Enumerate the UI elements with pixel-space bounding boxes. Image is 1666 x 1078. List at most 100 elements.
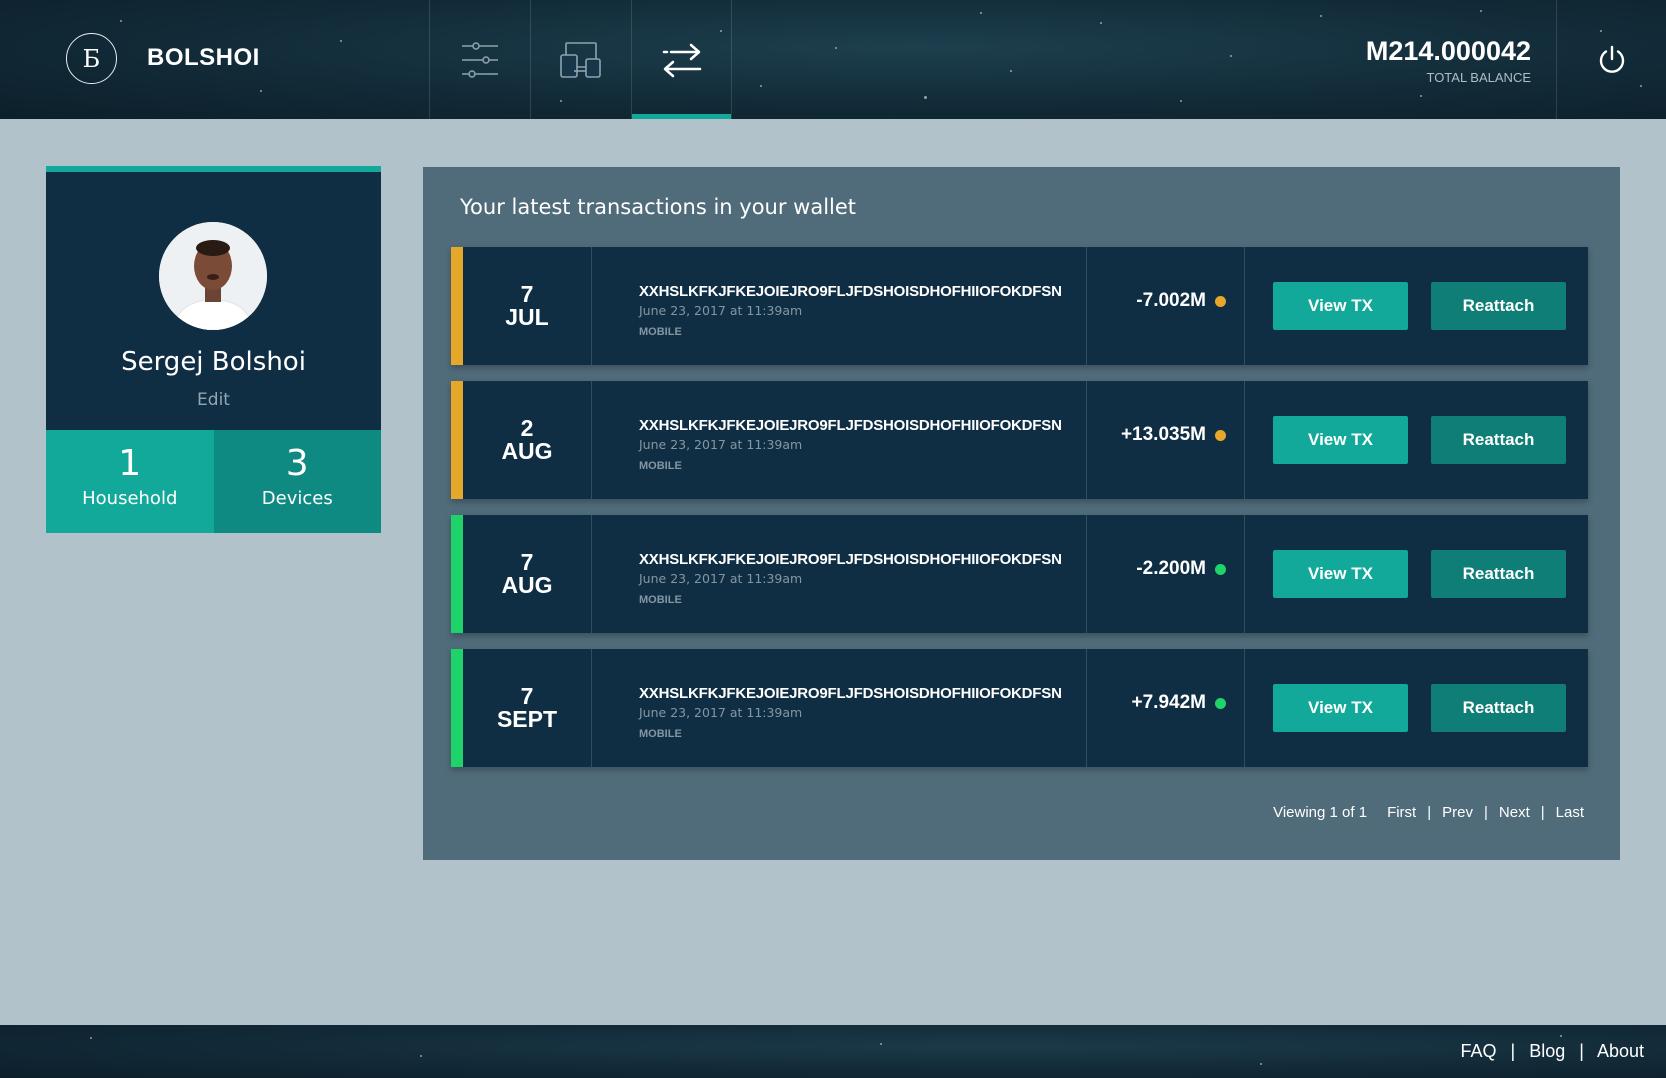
profile-card: Sergej Bolshoi Edit 1 Household 3 Device…: [46, 166, 381, 533]
view-tx-button[interactable]: View TX: [1273, 416, 1408, 464]
transaction-amount: +13.035M: [1120, 424, 1206, 445]
pagination-separator: |: [1427, 804, 1432, 821]
transaction-amount-cell: +13.035M: [1087, 381, 1244, 499]
transaction-source: MOBILE: [639, 460, 682, 472]
reattach-button[interactable]: Reattach: [1431, 684, 1566, 732]
transaction-source: MOBILE: [639, 594, 682, 606]
status-dot-icon: [1215, 429, 1226, 441]
devices-count: 3: [285, 443, 309, 484]
transaction-row: 7 SEPT XXHSLKFKJFKEJOIEJRO9FLJFDSHOISDHO…: [451, 649, 1588, 767]
reattach-button[interactable]: Reattach: [1431, 550, 1566, 598]
reattach-button[interactable]: Reattach: [1431, 282, 1566, 330]
transaction-hash: XXHSLKFKJFKEJOIEJRO9FLJFDSHOISDHOFHIIOFO…: [639, 417, 1062, 434]
pagination-last[interactable]: Last: [1556, 804, 1584, 821]
transaction-date: 2 AUG: [463, 381, 592, 499]
status-stripe: [451, 649, 463, 767]
status-stripe: [451, 381, 463, 499]
total-balance-label: TOTAL BALANCE: [1426, 70, 1531, 85]
logo-glyph: Б: [82, 44, 101, 73]
transaction-amount-cell: -2.200M: [1087, 515, 1244, 633]
starfield-background: [0, 1025, 1666, 1078]
status-dot-icon: [1215, 295, 1226, 307]
devices-icon: [560, 41, 601, 78]
transaction-hash: XXHSLKFKJFKEJOIEJRO9FLJFDSHOISDHOFHIIOFO…: [639, 551, 1062, 568]
nav-tab-devices[interactable]: [530, 0, 631, 119]
transaction-amount: +7.942M: [1131, 692, 1206, 713]
date-month: AUG: [501, 572, 553, 598]
date-month: AUG: [501, 438, 553, 464]
status-dot-icon: [1215, 563, 1226, 575]
pagination-status: Viewing 1 of 1: [1273, 804, 1368, 821]
transaction-amount-cell: +7.942M: [1087, 649, 1244, 767]
transaction-row: 7 AUG XXHSLKFKJFKEJOIEJRO9FLJFDSHOISDHOF…: [451, 515, 1588, 633]
date-day: 7: [520, 683, 534, 709]
footer-about-link[interactable]: About: [1597, 1041, 1644, 1061]
footer-separator: |: [1579, 1041, 1584, 1061]
household-count: 1: [118, 443, 142, 484]
sliders-icon: [462, 41, 498, 78]
pagination-separator: |: [1540, 804, 1545, 821]
transfer-arrows-icon: [662, 43, 701, 77]
nav-tab-transactions[interactable]: [631, 0, 732, 119]
pagination-first[interactable]: First: [1387, 804, 1416, 821]
footer-links: FAQ | Blog | About: [1460, 1041, 1644, 1062]
footer-blog-link[interactable]: Blog: [1529, 1041, 1565, 1061]
transaction-source: MOBILE: [639, 326, 682, 338]
pagination-separator: |: [1483, 804, 1488, 821]
top-header: Б BOLSHOI M214.000042 TOTAL BALANCE: [0, 0, 1666, 119]
user-portrait-icon: [159, 222, 267, 330]
date-day: 2: [520, 415, 534, 441]
nav-tab-settings[interactable]: [429, 0, 530, 119]
transactions-panel: Your latest transactions in your wallet …: [423, 167, 1620, 860]
devices-stat[interactable]: 3 Devices: [213, 430, 381, 533]
devices-label: Devices: [261, 488, 333, 509]
divider: [1244, 247, 1245, 365]
transaction-info: XXHSLKFKJFKEJOIEJRO9FLJFDSHOISDHOFHIIOFO…: [639, 649, 1109, 767]
total-balance-value: M214.000042: [1365, 36, 1531, 66]
profile-name: Sergej Bolshoi: [121, 347, 306, 377]
status-stripe: [451, 515, 463, 633]
transaction-info: XXHSLKFKJFKEJOIEJRO9FLJFDSHOISDHOFHIIOFO…: [639, 515, 1109, 633]
household-stat[interactable]: 1 Household: [46, 430, 214, 533]
status-dot-icon: [1215, 697, 1226, 709]
pagination-prev[interactable]: Prev: [1442, 804, 1473, 821]
date-month: JUL: [505, 304, 549, 330]
date-day: 7: [520, 549, 534, 575]
transaction-hash: XXHSLKFKJFKEJOIEJRO9FLJFDSHOISDHOFHIIOFO…: [639, 283, 1062, 300]
transaction-row: 2 AUG XXHSLKFKJFKEJOIEJRO9FLJFDSHOISDHOF…: [451, 381, 1588, 499]
transaction-time: June 23, 2017 at 11:39am: [639, 571, 803, 586]
view-tx-button[interactable]: View TX: [1273, 282, 1408, 330]
view-tx-button[interactable]: View TX: [1273, 684, 1408, 732]
date-day: 7: [520, 281, 534, 307]
divider: [1244, 515, 1245, 633]
transaction-time: June 23, 2017 at 11:39am: [639, 303, 803, 318]
pagination-next[interactable]: Next: [1499, 804, 1530, 821]
transaction-time: June 23, 2017 at 11:39am: [639, 705, 803, 720]
transaction-info: XXHSLKFKJFKEJOIEJRO9FLJFDSHOISDHOFHIIOFO…: [639, 247, 1109, 365]
power-button[interactable]: [1556, 0, 1666, 119]
transaction-amount: -2.200M: [1136, 558, 1206, 579]
transaction-date: 7 SEPT: [463, 649, 592, 767]
transaction-amount: -7.002M: [1136, 290, 1206, 311]
divider: [1244, 381, 1245, 499]
divider: [1244, 649, 1245, 767]
edit-profile-link[interactable]: Edit: [46, 390, 381, 410]
transaction-time: June 23, 2017 at 11:39am: [639, 437, 803, 452]
transaction-source: MOBILE: [639, 728, 682, 740]
footer-faq-link[interactable]: FAQ: [1460, 1041, 1496, 1061]
brand-name: BOLSHOI: [147, 44, 260, 71]
transaction-info: XXHSLKFKJFKEJOIEJRO9FLJFDSHOISDHOFHIIOFO…: [639, 381, 1109, 499]
reattach-button[interactable]: Reattach: [1431, 416, 1566, 464]
brand-logo[interactable]: Б: [66, 33, 117, 84]
status-stripe: [451, 247, 463, 365]
power-icon: [1599, 45, 1624, 73]
view-tx-button[interactable]: View TX: [1273, 550, 1408, 598]
footer-separator: |: [1510, 1041, 1516, 1061]
footer: FAQ | Blog | About: [0, 1025, 1666, 1078]
transactions-title: Your latest transactions in your wallet: [460, 195, 857, 219]
transaction-hash: XXHSLKFKJFKEJOIEJRO9FLJFDSHOISDHOFHIIOFO…: [639, 685, 1062, 702]
avatar[interactable]: [159, 222, 267, 330]
transaction-amount-cell: -7.002M: [1087, 247, 1244, 365]
transaction-date: 7 AUG: [463, 515, 592, 633]
household-label: Household: [82, 488, 178, 509]
